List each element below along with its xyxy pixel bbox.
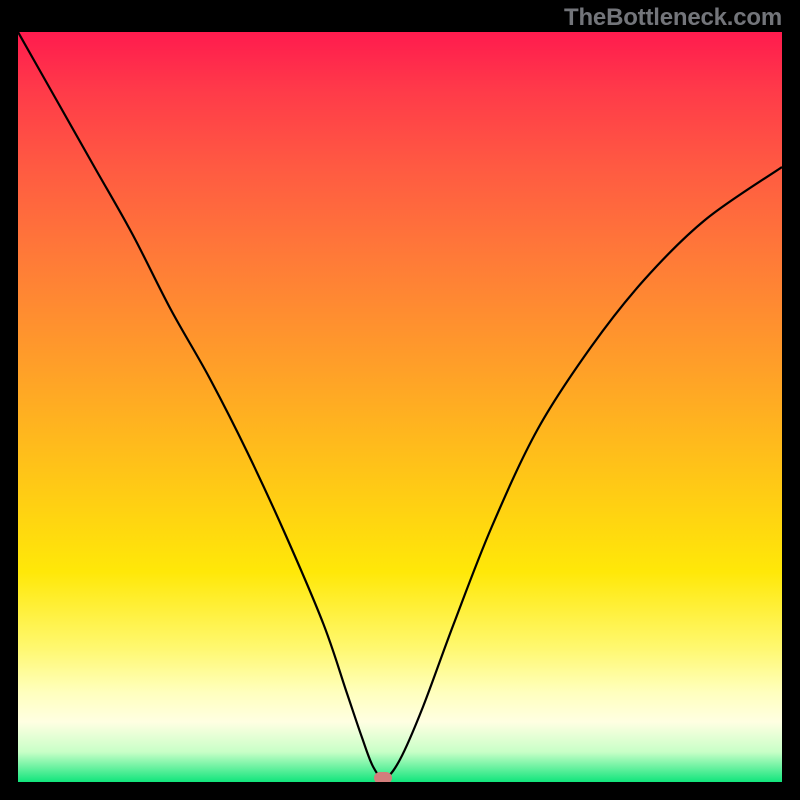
chart-container: TheBottleneck.com <box>0 0 800 800</box>
plot-area <box>18 32 782 782</box>
curve-svg <box>18 32 782 782</box>
watermark-text: TheBottleneck.com <box>564 4 782 32</box>
bottleneck-curve <box>18 32 782 778</box>
minimum-marker <box>374 772 392 782</box>
